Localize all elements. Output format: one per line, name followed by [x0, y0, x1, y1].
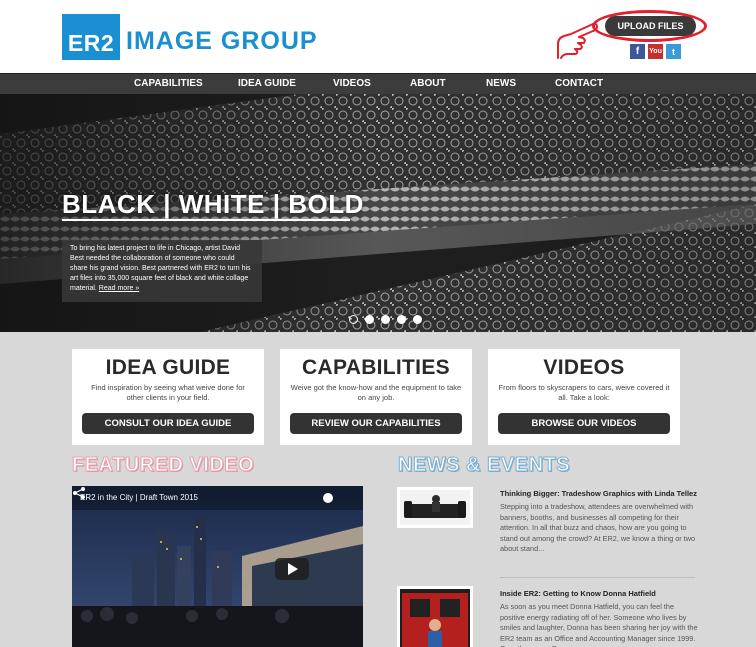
- slider-dot[interactable]: [365, 315, 374, 324]
- site-header: ER2 IMAGE GROUP UPLOAD FILES f You t: [0, 0, 756, 73]
- news-thumbnail[interactable]: [397, 586, 473, 647]
- hero-divider: [62, 219, 350, 221]
- nav-idea-guide[interactable]: IDEA GUIDE: [238, 78, 296, 89]
- facebook-icon[interactable]: f: [630, 44, 645, 59]
- watch-later-icon[interactable]: [323, 493, 333, 503]
- nav-capabilities[interactable]: CAPABILITIES: [134, 78, 203, 89]
- nav-contact[interactable]: CONTACT: [555, 78, 603, 89]
- main-nav: CAPABILITIES IDEA GUIDE VIDEOS ABOUT NEW…: [0, 73, 756, 94]
- video-thumbnail: [72, 486, 363, 647]
- news-excerpt: Stepping into a tradeshow, attendees are…: [500, 502, 696, 553]
- news-events-heading: NEWS & EVENTS: [397, 454, 571, 477]
- promo-text: Find inspiration by seeing what weive do…: [91, 383, 245, 402]
- featured-video-player[interactable]: ER2 in the City | Draft Town 2015: [72, 486, 363, 647]
- promo-title: IDEA GUIDE: [105, 356, 231, 379]
- youtube-icon[interactable]: You: [648, 44, 663, 59]
- twitter-icon[interactable]: t: [666, 44, 681, 59]
- site-logo[interactable]: ER2 IMAGE GROUP: [62, 14, 318, 60]
- slider-dot[interactable]: [349, 315, 358, 324]
- news-item: Inside ER2: Getting to Know Donna Hatfie…: [500, 589, 700, 647]
- highlight-circle: [592, 10, 707, 42]
- news-divider: [500, 577, 695, 578]
- slider-dots: [349, 315, 422, 324]
- promo-title: VIDEOS: [543, 356, 625, 379]
- logo-wordmark: IMAGE GROUP: [126, 27, 318, 55]
- news-item: Thinking Bigger: Tradeshow Graphics with…: [500, 489, 700, 555]
- news-title[interactable]: Inside ER2: Getting to Know Donna Hatfie…: [500, 589, 700, 599]
- nav-videos[interactable]: VIDEOS: [333, 78, 371, 89]
- slider-dot[interactable]: [381, 315, 390, 324]
- review-capabilities-button[interactable]: REVIEW OUR CAPABILITIES: [290, 413, 462, 434]
- hero-caption-text: To bring his latest project to life in C…: [70, 245, 251, 292]
- news-excerpt: As soon as you meet Donna Hatfield, you …: [500, 602, 698, 647]
- promo-text: Weive got the know-how and the equipment…: [290, 383, 462, 402]
- slider-dot[interactable]: [397, 315, 406, 324]
- nav-about[interactable]: ABOUT: [410, 78, 446, 89]
- hero-slider: BLACK | WHITE | BOLD To bring his latest…: [0, 94, 756, 332]
- read-more-link[interactable]: Read more »: [99, 285, 139, 292]
- sofa-image: [400, 490, 470, 525]
- hero-caption: To bring his latest project to life in C…: [62, 240, 262, 302]
- featured-video-heading: FEATURED VIDEO: [71, 454, 255, 477]
- nav-news[interactable]: NEWS: [486, 78, 516, 89]
- promo-title: CAPABILITIES: [302, 356, 450, 379]
- news-title[interactable]: Thinking Bigger: Tradeshow Graphics with…: [500, 489, 700, 499]
- slider-dot[interactable]: [413, 315, 422, 324]
- share-icon[interactable]: [72, 486, 86, 500]
- donna-portrait-image: [400, 589, 470, 647]
- social-links: f You t: [630, 44, 681, 59]
- hero-title: BLACK | WHITE | BOLD: [62, 189, 364, 219]
- promo-capabilities: CAPABILITIES Weive got the know-how and …: [280, 349, 472, 445]
- video-title: ER2 in the City | Draft Town 2015: [80, 493, 198, 502]
- logo-mark: ER2: [62, 14, 120, 60]
- play-button[interactable]: [275, 558, 309, 580]
- consult-idea-guide-button[interactable]: CONSULT OUR IDEA GUIDE: [82, 413, 254, 434]
- promo-videos: VIDEOS From floors to skyscrapers to car…: [488, 349, 680, 445]
- news-thumbnail[interactable]: [397, 487, 473, 528]
- promo-text: From floors to skyscrapers to cars, weiv…: [498, 383, 670, 402]
- promo-idea-guide: IDEA GUIDE Find inspiration by seeing wh…: [72, 349, 264, 445]
- browse-videos-button[interactable]: BROWSE OUR VIDEOS: [498, 413, 670, 434]
